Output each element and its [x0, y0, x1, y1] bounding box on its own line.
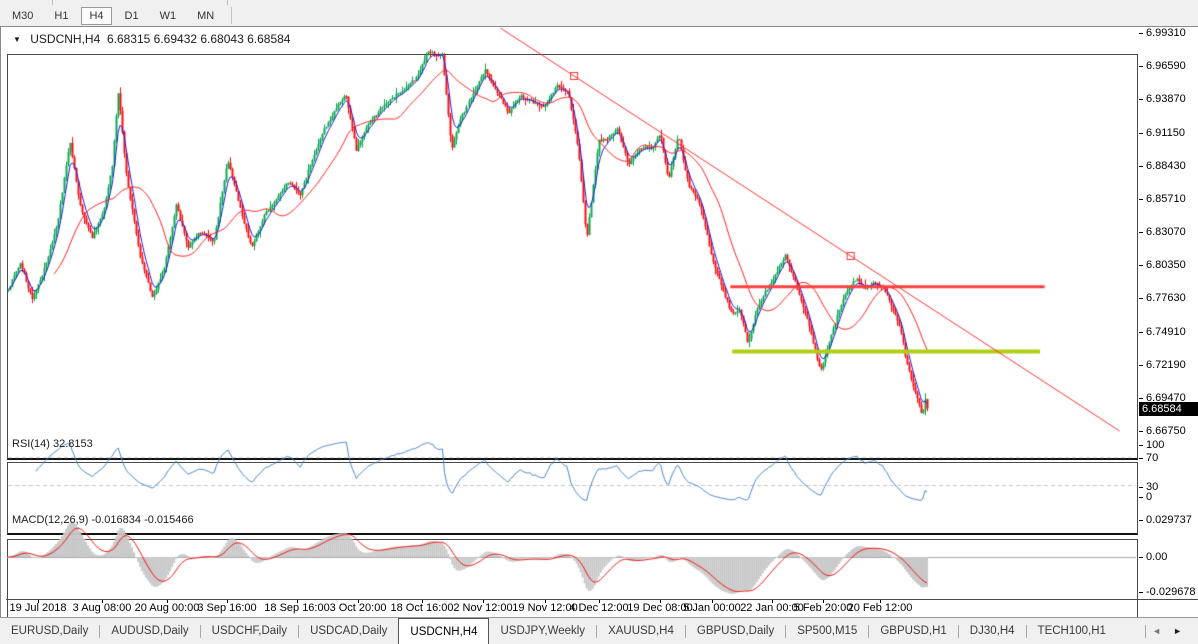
tab-xauusd-h4[interactable]: XAUUSD,H4 [597, 618, 685, 644]
timeframe-h1-button[interactable]: H1 [46, 7, 76, 25]
timeframe-m30-button[interactable]: M30 [4, 7, 41, 25]
chart-symbol-period: USDCNH,H4 [30, 32, 100, 46]
price-tick-label: 6.85710 [1146, 193, 1186, 205]
price-tick-label: 6.72190 [1146, 359, 1186, 371]
rsi-scale-label: 100 [1146, 439, 1164, 451]
tab-scroll-left-icon[interactable]: ◄ [1146, 626, 1167, 636]
time-tick-label: 3 Oct 20:00 [330, 602, 387, 614]
time-tick-label: 18 Oct 16:00 [391, 602, 454, 614]
price-tick-label: 6.83070 [1146, 226, 1186, 238]
tab-scroll-controls: ◄ ► [1145, 618, 1198, 644]
current-price-tag: 6.68584 [1139, 402, 1198, 416]
tab-audusd-daily[interactable]: AUDUSD,Daily [100, 618, 199, 644]
tab-usdcad-daily[interactable]: USDCAD,Daily [299, 618, 398, 644]
tab-eurusd-daily[interactable]: EURUSD,Daily [0, 618, 99, 644]
timeframe-w1-button[interactable]: W1 [152, 7, 185, 25]
time-tick-label: 19 Jul 2018 [10, 602, 67, 614]
price-pane[interactable] [7, 54, 1138, 460]
rsi-scale-label: 0 [1146, 491, 1152, 503]
chart-title: ▼ USDCNH,H4 6.68315 6.69432 6.68043 6.68… [13, 32, 290, 46]
time-tick-label: 5 Jan 00:00 [683, 602, 741, 614]
timeframe-mn-button[interactable]: MN [189, 7, 222, 25]
expand-arrow-icon[interactable]: ▼ [13, 35, 21, 44]
tab-gbpusd-daily[interactable]: GBPUSD,Daily [686, 618, 785, 644]
tab-usdchf-daily[interactable]: USDCHF,Daily [201, 618, 298, 644]
time-tick-label: 3 Aug 08:00 [73, 602, 132, 614]
price-tick-label: 6.88430 [1146, 160, 1186, 172]
rsi-label: RSI(14) 32.8153 [12, 438, 93, 450]
toolbar-separator [231, 7, 232, 24]
timeframe-h4-button[interactable]: H4 [81, 7, 111, 25]
macd-label: MACD(12,26,9) -0.016834 -0.015466 [12, 514, 194, 526]
price-tick-label: 6.91150 [1146, 127, 1185, 139]
price-tick-label: 6.96590 [1146, 60, 1186, 72]
time-tick-label: 4 Dec 12:00 [569, 602, 628, 614]
time-tick-label: 2 Nov 12:00 [453, 602, 512, 614]
chart-window [0, 26, 1198, 644]
price-tick-label: 6.99310 [1146, 27, 1186, 39]
mt4-window: M30 H1 H4 D1 W1 MN ▼ USDCNH,H4 6.68315 6… [0, 0, 1198, 644]
timeframe-d1-button[interactable]: D1 [117, 7, 147, 25]
price-tick-label: 6.80350 [1146, 259, 1186, 271]
tab-sp500-m15[interactable]: SP500,M15 [786, 618, 868, 644]
rsi-scale-label: 70 [1146, 452, 1158, 464]
time-axis-border [6, 599, 1198, 600]
timeframe-toolbar: M30 H1 H4 D1 W1 MN [0, 5, 1198, 26]
tab-usdjpy-weekly[interactable]: USDJPY,Weekly [489, 618, 596, 644]
macd-scale-label: 0.00 [1146, 551, 1167, 563]
tab-usdcnh-h4[interactable]: USDCNH,H4 [398, 618, 489, 644]
time-tick-label: 19 Nov 12:00 [512, 602, 577, 614]
chart-tab-bar: EURUSD,Daily AUDUSD,Daily USDCHF,Daily U… [0, 617, 1198, 644]
time-tick-label: 18 Sep 16:00 [264, 602, 329, 614]
time-tick-label: 5 Feb 20:00 [794, 602, 853, 614]
macd-scale-label: -0.029678 [1146, 586, 1196, 598]
macd-scale-label: 0.029737 [1146, 514, 1192, 526]
tab-tech100-h1[interactable]: TECH100,H1 [1027, 618, 1117, 644]
tab-dj30-h4[interactable]: DJ30,H4 [959, 618, 1026, 644]
price-tick-label: 6.93870 [1146, 93, 1186, 105]
price-tick-label: 6.74910 [1146, 326, 1186, 338]
price-tick-label: 6.66750 [1146, 425, 1186, 437]
tab-gbpusd-h1[interactable]: GBPUSD,H1 [869, 618, 957, 644]
time-tick-label: 20 Aug 00:00 [135, 602, 200, 614]
time-tick-label: 3 Sep 16:00 [197, 602, 256, 614]
time-tick-label: 20 Feb 12:00 [848, 602, 913, 614]
price-tick-label: 6.77630 [1146, 292, 1186, 304]
tab-scroll-right-icon[interactable]: ► [1167, 626, 1188, 636]
chart-ohlc-values: 6.68315 6.69432 6.68043 6.68584 [107, 32, 291, 46]
